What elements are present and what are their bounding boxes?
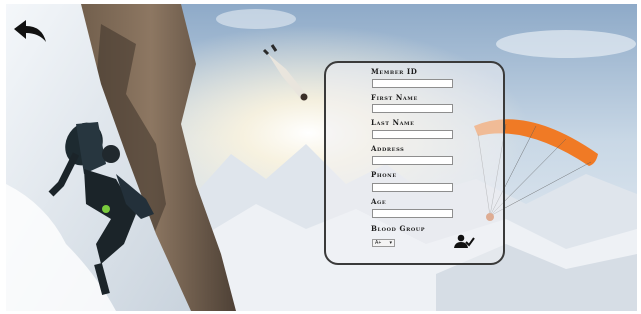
chevron-down-icon: ▾ bbox=[389, 240, 392, 246]
first-name-label: First Name bbox=[371, 93, 418, 102]
last-name-label: Last Name bbox=[371, 118, 415, 127]
user-check-icon bbox=[454, 234, 475, 248]
extreme-sports-background bbox=[6, 4, 637, 311]
background-photo bbox=[6, 4, 637, 311]
blood-group-select[interactable]: A+ ▾ bbox=[372, 239, 395, 247]
submit-button[interactable] bbox=[454, 233, 475, 248]
first-name-input[interactable] bbox=[372, 104, 453, 113]
phone-label: Phone bbox=[371, 170, 397, 179]
address-label: Address bbox=[371, 144, 405, 153]
member-id-input[interactable] bbox=[372, 79, 453, 88]
address-input[interactable] bbox=[372, 156, 453, 165]
age-label: Age bbox=[371, 197, 387, 206]
phone-input[interactable] bbox=[372, 183, 453, 192]
arrow-left-icon bbox=[14, 20, 46, 42]
blood-group-label: Blood Group bbox=[371, 224, 426, 233]
back-arrow-button[interactable] bbox=[12, 18, 48, 44]
member-id-label: Member ID bbox=[371, 67, 418, 76]
last-name-input[interactable] bbox=[372, 130, 453, 139]
blood-group-selected: A+ bbox=[375, 240, 382, 246]
age-input[interactable] bbox=[372, 209, 453, 218]
